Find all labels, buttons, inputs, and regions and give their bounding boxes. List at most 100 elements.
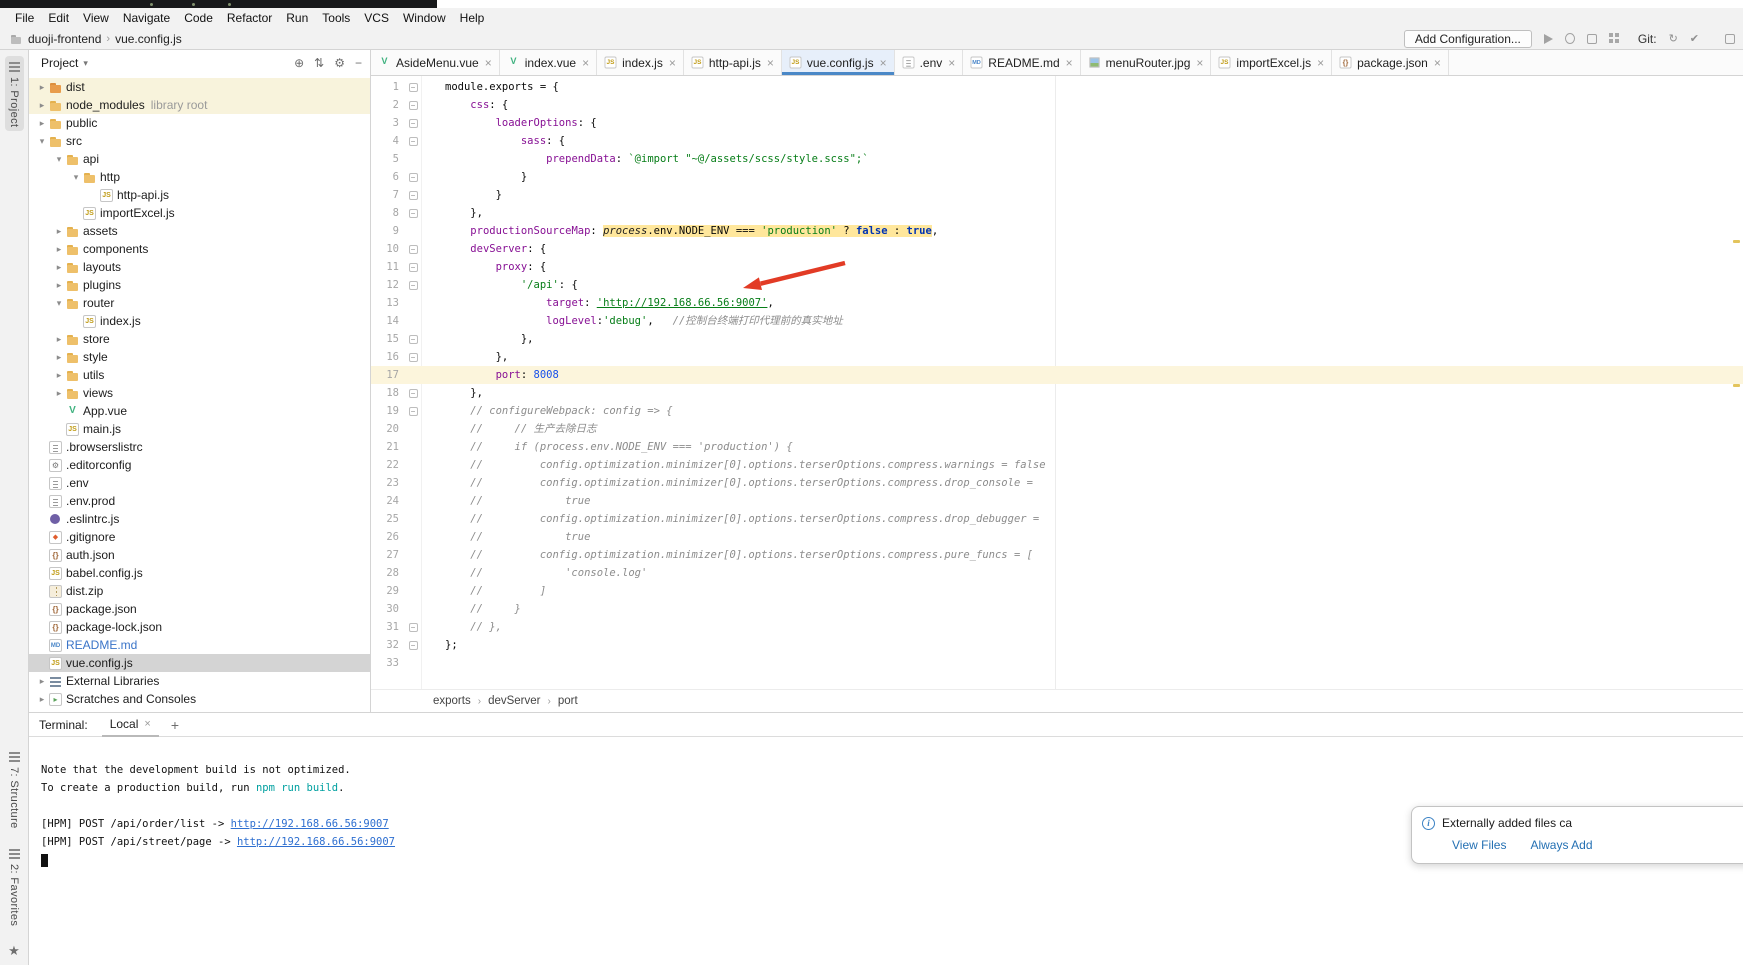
toolwindow-button-favorites[interactable]: 2: Favorites xyxy=(2,847,26,926)
tree-item-public[interactable]: ▸public xyxy=(29,114,370,132)
chevron-down-icon[interactable]: ▾ xyxy=(52,154,66,165)
gear-icon[interactable]: ⚙ xyxy=(334,57,345,69)
fold-close-icon[interactable]: − xyxy=(405,384,421,402)
tree-item-.env.prod[interactable]: .env.prod xyxy=(29,492,370,510)
code-line[interactable]: 6− } xyxy=(371,168,1743,186)
tree-item-babel.config.js[interactable]: babel.config.js xyxy=(29,564,370,582)
tree-item-README.md[interactable]: README.md xyxy=(29,636,370,654)
tree-item-layouts[interactable]: ▸layouts xyxy=(29,258,370,276)
tab-http-api.js[interactable]: http-api.js× xyxy=(684,50,782,75)
vcs-update-icon[interactable]: ↻ xyxy=(1669,32,1678,45)
tree-item-package.json[interactable]: package.json xyxy=(29,600,370,618)
tab-.env[interactable]: .env× xyxy=(895,50,964,75)
menu-view[interactable]: View xyxy=(76,8,116,28)
menu-edit[interactable]: Edit xyxy=(41,8,76,28)
terminal-link[interactable]: http://192.168.66.56:9007 xyxy=(237,836,395,848)
tree-item-dist[interactable]: ▸dist xyxy=(29,78,370,96)
close-icon[interactable]: × xyxy=(948,56,955,70)
code-line[interactable]: 12− '/api': { xyxy=(371,276,1743,294)
tree-item-store[interactable]: ▸store xyxy=(29,330,370,348)
tree-item-src[interactable]: ▾src xyxy=(29,132,370,150)
fold-close-icon[interactable]: − xyxy=(405,618,421,636)
code-line[interactable]: 22 // config.optimization.minimizer[0].o… xyxy=(371,456,1743,474)
error-stripe-mark[interactable] xyxy=(1733,384,1740,387)
fold-open-icon[interactable]: − xyxy=(405,132,421,150)
code-line[interactable]: 5 prependData: `@import "~@/assets/scss/… xyxy=(371,150,1743,168)
nav-breadcrumb-project[interactable]: duoji-frontend xyxy=(28,32,101,46)
close-icon[interactable]: × xyxy=(669,56,676,70)
chevron-right-icon[interactable]: ▸ xyxy=(52,334,66,345)
profiler-grid-icon[interactable] xyxy=(1609,33,1620,44)
code-line[interactable]: 29 // ] xyxy=(371,582,1743,600)
breadcrumb-port[interactable]: port xyxy=(558,695,578,707)
tab-index.js[interactable]: index.js× xyxy=(597,50,684,75)
code-line[interactable]: 24 // true xyxy=(371,492,1743,510)
chevron-right-icon[interactable]: ▸ xyxy=(35,676,49,687)
fold-open-icon[interactable]: − xyxy=(405,114,421,132)
code-line[interactable]: 19− // configureWebpack: config => { xyxy=(371,402,1743,420)
fold-close-icon[interactable]: − xyxy=(405,204,421,222)
tree-item-importExcel.js[interactable]: importExcel.js xyxy=(29,204,370,222)
window-layout-icon[interactable] xyxy=(1725,34,1735,44)
run-icon[interactable] xyxy=(1544,34,1553,44)
chevron-right-icon[interactable]: ▸ xyxy=(35,82,49,93)
tree-item-utils[interactable]: ▸utils xyxy=(29,366,370,384)
error-stripe-mark[interactable] xyxy=(1733,240,1740,243)
tree-item-index.js[interactable]: index.js xyxy=(29,312,370,330)
code-line[interactable]: 31− // }, xyxy=(371,618,1743,636)
menu-navigate[interactable]: Navigate xyxy=(116,8,177,28)
tree-item-http-api.js[interactable]: http-api.js xyxy=(29,186,370,204)
code-line[interactable]: 18− }, xyxy=(371,384,1743,402)
close-icon[interactable]: × xyxy=(582,56,589,70)
coverage-icon[interactable] xyxy=(1587,34,1597,44)
tree-item-main.js[interactable]: main.js xyxy=(29,420,370,438)
chevron-right-icon[interactable]: ▸ xyxy=(52,352,66,363)
project-panel-title[interactable]: Project xyxy=(41,56,78,70)
code-line[interactable]: 9 productionSourceMap: process.env.NODE_… xyxy=(371,222,1743,240)
locate-file-icon[interactable]: ⊕ xyxy=(294,57,304,69)
chevron-right-icon[interactable]: ▸ xyxy=(35,118,49,129)
code-line[interactable]: 16− }, xyxy=(371,348,1743,366)
fold-close-icon[interactable]: − xyxy=(405,168,421,186)
tree-item-.editorconfig[interactable]: .editorconfig xyxy=(29,456,370,474)
chevron-down-icon[interactable]: ▾ xyxy=(35,136,49,147)
code-line[interactable]: 27 // config.optimization.minimizer[0].o… xyxy=(371,546,1743,564)
collapse-all-icon[interactable]: ⇅ xyxy=(314,57,324,69)
chevron-right-icon[interactable]: ▸ xyxy=(52,280,66,291)
tree-item-.browserslistrc[interactable]: .browserslistrc xyxy=(29,438,370,456)
code-line[interactable]: 2− css: { xyxy=(371,96,1743,114)
menu-run[interactable]: Run xyxy=(279,8,315,28)
close-icon[interactable]: × xyxy=(144,718,150,730)
tab-importExcel.js[interactable]: importExcel.js× xyxy=(1211,50,1332,75)
tab-AsideMenu.vue[interactable]: AsideMenu.vue× xyxy=(371,50,500,75)
menu-help[interactable]: Help xyxy=(453,8,492,28)
code-line[interactable]: 21 // if (process.env.NODE_ENV === 'prod… xyxy=(371,438,1743,456)
fold-open-icon[interactable]: − xyxy=(405,96,421,114)
tab-index.vue[interactable]: index.vue× xyxy=(500,50,597,75)
terminal-tab-local[interactable]: Local × xyxy=(102,713,159,737)
hide-panel-icon[interactable]: − xyxy=(355,57,362,69)
chevron-down-icon[interactable]: ▾ xyxy=(69,172,83,183)
chevron-right-icon[interactable]: ▸ xyxy=(52,370,66,381)
fold-open-icon[interactable]: − xyxy=(405,240,421,258)
tree-item-api[interactable]: ▾api xyxy=(29,150,370,168)
menu-code[interactable]: Code xyxy=(177,8,220,28)
fold-close-icon[interactable]: − xyxy=(405,330,421,348)
code-editor[interactable]: 1−module.exports = {2− css: {3− loaderOp… xyxy=(371,76,1743,689)
always-add-link[interactable]: Always Add xyxy=(1530,838,1592,852)
breadcrumb-devServer[interactable]: devServer xyxy=(488,695,540,707)
close-icon[interactable]: × xyxy=(1066,56,1073,70)
close-icon[interactable]: × xyxy=(1196,56,1203,70)
code-line[interactable]: 13 target: 'http://192.168.66.56:9007', xyxy=(371,294,1743,312)
chevron-right-icon[interactable]: ▸ xyxy=(35,694,49,705)
tree-item-auth.json[interactable]: auth.json xyxy=(29,546,370,564)
debug-icon[interactable] xyxy=(1565,33,1575,44)
tree-item-node_modules[interactable]: ▸node_moduleslibrary root xyxy=(29,96,370,114)
menu-tools[interactable]: Tools xyxy=(315,8,357,28)
tab-vue.config.js[interactable]: vue.config.js× xyxy=(782,50,895,75)
chevron-down-icon[interactable]: ▾ xyxy=(83,58,88,69)
tree-item-style[interactable]: ▸style xyxy=(29,348,370,366)
tree-item-Scratches and Consoles[interactable]: ▸Scratches and Consoles xyxy=(29,690,370,708)
new-terminal-icon[interactable]: + xyxy=(171,717,179,733)
fold-open-icon[interactable]: − xyxy=(405,276,421,294)
